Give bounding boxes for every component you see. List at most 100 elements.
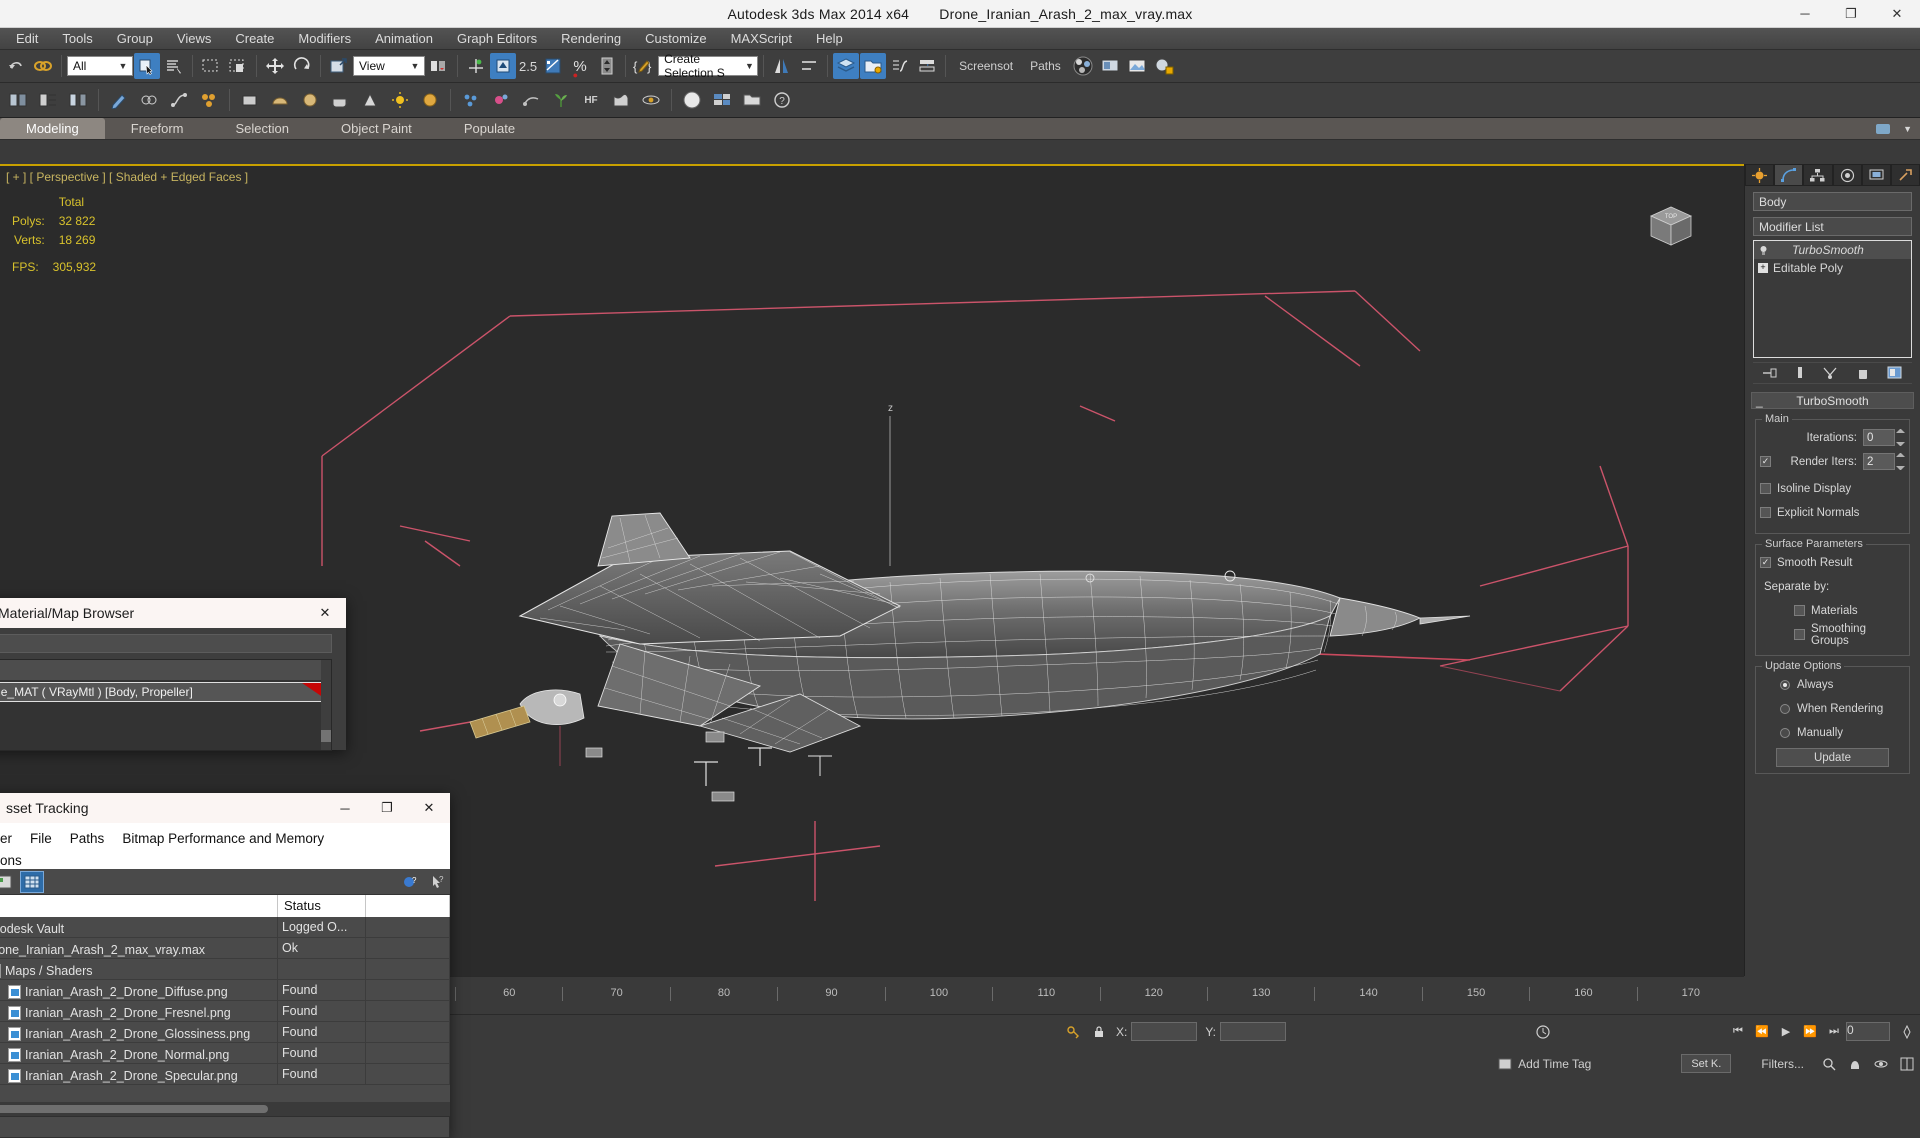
hierarchy-tab-icon[interactable] <box>1803 164 1832 186</box>
current-frame-field[interactable]: 0 <box>1846 1022 1890 1041</box>
show-end-result-icon[interactable] <box>1795 366 1805 380</box>
reactor-icon[interactable] <box>637 86 665 114</box>
table-row[interactable]: Iranian_Arash_2_Drone_Fresnel.png Found <box>0 1001 450 1022</box>
minimize-icon[interactable]: ─ <box>324 793 366 823</box>
folder-icon[interactable] <box>738 86 766 114</box>
materials-row[interactable]: Materials <box>1760 601 1905 620</box>
zoom-icon[interactable] <box>1816 1053 1842 1075</box>
ribbon-tab-modeling[interactable]: Modeling <box>0 118 105 139</box>
ribbon-tab-freeform[interactable]: Freeform <box>105 118 210 139</box>
ribbon-tab-selection[interactable]: Selection <box>210 118 315 139</box>
always-radio[interactable] <box>1780 680 1790 690</box>
maximize-button[interactable]: ❐ <box>1828 0 1874 27</box>
time-config-icon[interactable] <box>1530 1021 1556 1043</box>
explicit-normals-checkbox[interactable] <box>1760 507 1771 518</box>
update-option-manually[interactable]: Manually <box>1760 723 1905 742</box>
render-production-icon[interactable] <box>1151 53 1177 79</box>
display-tab-icon[interactable] <box>1862 164 1891 186</box>
y-coord-field[interactable] <box>1220 1022 1286 1041</box>
hair-fur-icon[interactable]: HF <box>577 86 605 114</box>
table-row[interactable]: Autodesk Vault Logged O... <box>0 917 450 938</box>
help-icon[interactable]: ? <box>768 86 796 114</box>
close-icon[interactable]: ✕ <box>408 793 450 823</box>
iterations-spinner[interactable] <box>1896 429 1905 446</box>
menu-item-options[interactable]: ons <box>0 853 22 868</box>
scrollbar-horizontal[interactable] <box>0 1102 450 1116</box>
render-iters-value[interactable]: 2 <box>1863 453 1895 470</box>
angle-snap-value[interactable]: 2.5 <box>517 56 539 76</box>
smooth-result-row[interactable]: ✓ Smooth Result <box>1760 553 1905 572</box>
maximize-icon[interactable]: ❐ <box>366 793 408 823</box>
menu-item-tools[interactable]: Tools <box>50 29 104 48</box>
detail-view-icon[interactable] <box>0 871 16 893</box>
object-name-field[interactable]: Body <box>1753 192 1912 211</box>
lock-selection-icon[interactable] <box>1086 1021 1112 1043</box>
space-warp-icon[interactable] <box>487 86 515 114</box>
menu-item-animation[interactable]: Animation <box>363 29 445 48</box>
polygon-modeling-icon[interactable] <box>4 86 32 114</box>
menu-item-paths[interactable]: Paths <box>70 831 105 846</box>
play-animation-icon[interactable]: ▶ <box>1774 1021 1798 1043</box>
table-row[interactable]: Iranian_Arash_2_Drone_Specular.png Found <box>0 1064 450 1085</box>
configure-modifier-sets-icon[interactable] <box>1887 366 1903 380</box>
material-list-item[interactable]: nian_Arash_2_Drone_MAT ( VRayMtl ) [Body… <box>0 682 331 702</box>
modifier-stack[interactable]: TurboSmooth + Editable Poly <box>1753 240 1912 358</box>
render-iters-spinner[interactable] <box>1896 453 1905 470</box>
render-iters-checkbox[interactable]: ✓ <box>1760 456 1771 467</box>
scrollbar-vertical[interactable] <box>321 660 331 750</box>
asset-tracking-icon[interactable] <box>860 53 886 79</box>
material-list[interactable]: Materials nian_Arash_2_Drone_MAT ( VRayM… <box>0 659 332 751</box>
material-map-browser-dialog[interactable]: Material/Map Browser ✕ arch by Name ... … <box>0 598 346 750</box>
named-selection-sets-combo[interactable]: Create Selection S ▼ <box>658 56 758 76</box>
key-mode-toggle-icon[interactable] <box>1894 1021 1920 1043</box>
conform-brush-icon[interactable] <box>135 86 163 114</box>
utilities-tab-icon[interactable] <box>1891 164 1920 186</box>
modifier-editable-poly[interactable]: + Editable Poly <box>1754 259 1911 277</box>
make-unique-icon[interactable] <box>1822 366 1838 380</box>
modifier-list-dropdown[interactable]: Modifier List <box>1753 217 1912 236</box>
spinner-snap-toggle-icon[interactable] <box>594 53 620 79</box>
materials-group-header[interactable]: Materials <box>0 660 331 680</box>
link-icon[interactable] <box>30 53 56 79</box>
column-header-name[interactable]: e <box>0 895 278 917</box>
table-view-icon[interactable] <box>20 871 44 893</box>
go-to-start-icon[interactable]: ⏮ <box>1726 1021 1750 1043</box>
menu-item-modifiers[interactable]: Modifiers <box>286 29 363 48</box>
snaps-toggle-icon[interactable] <box>463 53 489 79</box>
rollout-title[interactable]: _ TurboSmooth <box>1751 392 1914 409</box>
particle-system-icon[interactable] <box>457 86 485 114</box>
systems-icon[interactable] <box>517 86 545 114</box>
smooth-result-checkbox[interactable]: ✓ <box>1760 557 1771 568</box>
update-option-always[interactable]: Always <box>1760 675 1905 694</box>
add-time-tag-icon[interactable] <box>1492 1053 1518 1075</box>
undo-icon[interactable] <box>3 53 29 79</box>
table-row[interactable]: Iranian_Arash_2_Drone_Normal.png Found <box>0 1043 450 1064</box>
light-icon[interactable] <box>386 86 414 114</box>
reference-coordinate-system-combo[interactable]: View ▼ <box>353 56 425 76</box>
select-and-rotate-icon[interactable] <box>289 53 315 79</box>
generate-topology-icon[interactable] <box>34 86 62 114</box>
populate-icon[interactable] <box>195 86 223 114</box>
paint-deform-icon[interactable] <box>105 86 133 114</box>
add-time-tag-label[interactable]: Add Time Tag <box>1518 1057 1591 1071</box>
help-cursor-icon[interactable]: ? <box>426 871 450 893</box>
pan-icon[interactable] <box>1842 1053 1868 1075</box>
materials-checkbox[interactable] <box>1794 605 1805 616</box>
percent-label-icon[interactable]: % <box>567 53 593 79</box>
table-row[interactable]: Iranian_Arash_2_Drone_Glossiness.png Fou… <box>0 1022 450 1043</box>
menu-item-help[interactable]: Help <box>804 29 855 48</box>
menu-item-edit[interactable]: Edit <box>4 29 50 48</box>
isoline-display-checkbox[interactable] <box>1760 483 1771 494</box>
smoothing-groups-row[interactable]: Smoothing Groups <box>1760 625 1905 644</box>
asset-tracking-dialog[interactable]: sset Tracking ─ ❐ ✕ er File Paths Bitmap… <box>0 793 450 1138</box>
manually-radio[interactable] <box>1780 728 1790 738</box>
sphere-primitive-icon[interactable] <box>266 86 294 114</box>
smoothing-groups-checkbox[interactable] <box>1794 629 1805 640</box>
select-and-scale-icon[interactable] <box>326 53 352 79</box>
cone-primitive-icon[interactable] <box>356 86 384 114</box>
angle-snap-toggle-icon[interactable] <box>490 53 516 79</box>
menu-item-create[interactable]: Create <box>223 29 286 48</box>
collapse-icon[interactable]: _ <box>1756 393 1763 409</box>
maximize-viewport-icon[interactable] <box>1894 1053 1920 1075</box>
set-key-button[interactable]: Set K. <box>1681 1054 1731 1073</box>
